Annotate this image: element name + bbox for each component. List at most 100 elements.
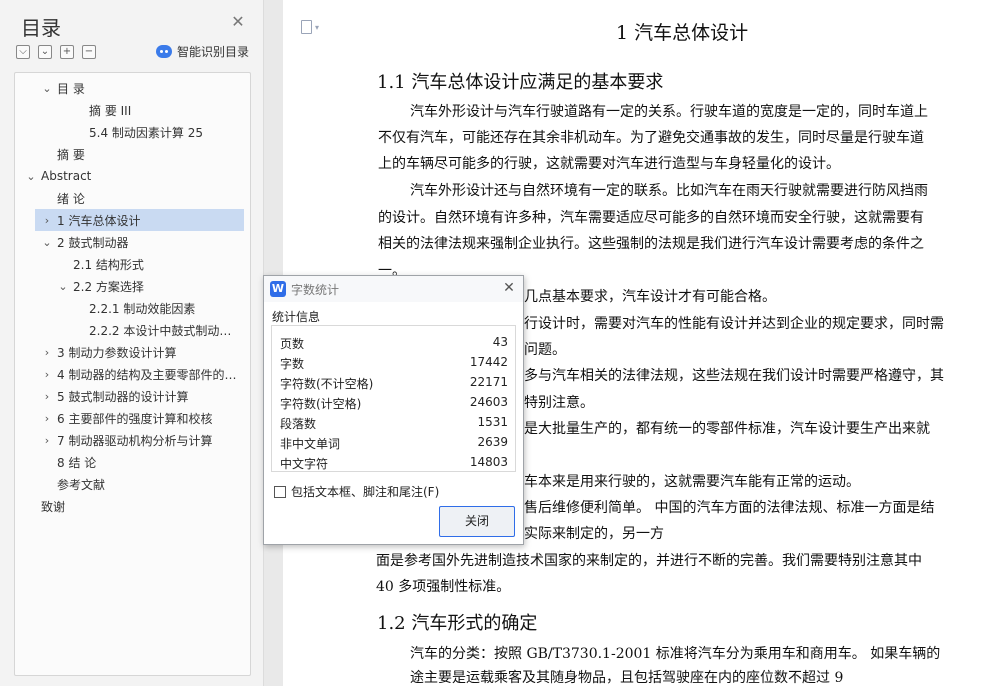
chevron-down-icon[interactable]: ⌄ — [41, 236, 53, 249]
body-line: 汽车的分类：按照 GB/T3730.1-2001 标准将汽车分为乘用车和商用车。… — [410, 646, 941, 662]
dialog-titlebar[interactable]: W 字数统计 ✕ — [264, 276, 523, 302]
body-line: 都是大批量生产的，都有统一的零部件标准，汽车设计要生产出来就 — [510, 421, 930, 437]
body-line: 面是参考国外先进制造技术国家的来制定的，并进行不断的完善。我们需要特别注意其中 — [376, 553, 922, 569]
body-line: 多与汽车相关的法律法规，这些法规在我们设计时需要严格遵守，其 — [524, 368, 944, 384]
body-line: 汽车外形设计与汽车行驶道路有一定的关系。行驶车道的宽度是一定的，同时车道上 — [410, 104, 928, 120]
chevron-down-icon[interactable]: ⌄ — [57, 280, 69, 293]
dialog-close-icon[interactable]: ✕ — [501, 280, 517, 296]
stat-row: 字符数(计空格) 24603 — [280, 392, 508, 412]
toc-item[interactable]: 2.1 结构形式 — [15, 253, 250, 275]
toc-item[interactable]: 参考文献 — [15, 473, 250, 495]
toc-item-label: 1 汽车总体设计 — [57, 213, 141, 228]
toc-item[interactable]: ⌄ 目 录 — [15, 77, 250, 99]
chapter-title: 1 汽车总体设计 — [616, 22, 749, 44]
stat-row: 字数 17442 — [280, 352, 508, 372]
stat-value: 2639 — [477, 435, 508, 449]
stat-row: 非中文单词 2639 — [280, 432, 508, 452]
body-line: 上的车辆尽可能多的行驶，这就需要对汽车进行造型与车身轻量化的设计。 — [378, 156, 840, 172]
stat-label: 字符数(计空格) — [280, 397, 362, 411]
nav-header: 目录 ✕ ⌵ ⌄ + − 智能识别目录 — [0, 0, 264, 72]
toc-item-label: 致谢 — [41, 499, 66, 514]
nav-close-icon[interactable]: ✕ — [230, 14, 246, 30]
toc-item[interactable]: ⌄ 2 鼓式制动器 — [15, 231, 250, 253]
toc-item[interactable]: ⌄ Abstract — [15, 165, 250, 187]
body-line: 实际来制定的，另一方 — [524, 526, 664, 542]
add-heading-icon[interactable]: + — [60, 45, 74, 59]
wps-logo-icon: W — [270, 281, 286, 297]
toc-item[interactable]: 致谢 — [15, 495, 250, 517]
close-button[interactable]: 关闭 — [439, 506, 515, 537]
page-options-icon[interactable]: ▾ — [301, 20, 319, 34]
body-line: 特别注意。 — [524, 395, 594, 411]
toc-item-label: 2.2 方案选择 — [73, 279, 144, 294]
toc-item[interactable]: 5.4 制动因素计算 25 — [15, 121, 250, 143]
body-line: 汽车外形设计还与自然环境有一定的联系。比如汽车在雨天行驶就需要进行防风挡雨 — [410, 183, 928, 199]
smart-toc-label: 智能识别目录 — [177, 45, 250, 59]
toc-item-label: 2.2.2 本设计中鼓式制动… — [89, 323, 232, 338]
section-heading-1-2: 1.2 汽车形式的确定 — [377, 613, 538, 634]
include-textbox-label: 包括文本框、脚注和尾注(F) — [291, 485, 440, 499]
body-line: 不仅有汽车，可能还存在其余非机动车。为了避免交通事故的发生，同时尽量是行驶车道 — [378, 130, 924, 146]
stat-label: 段落数 — [280, 417, 317, 431]
chevron-right-icon[interactable]: › — [41, 412, 53, 425]
stat-value: 14803 — [469, 455, 508, 469]
stat-value: 24603 — [469, 395, 508, 409]
toc-item-label: 绪 论 — [57, 191, 85, 206]
toc-item-label: 5 鼓式制动器的设计计算 — [57, 389, 189, 404]
toc-item[interactable]: › 4 制动器的结构及主要零部件的… — [15, 363, 250, 385]
body-line: 汽车本来是用来行驶的，这就需要汽车能有正常的运动。 — [510, 474, 860, 490]
body-line: 途主要是运载乘客及其随身物品，且包括驾驶座在内的座位数不超过 9 — [410, 670, 844, 686]
nav-title: 目录 — [21, 16, 61, 40]
toc-item[interactable]: 2.2.1 制动效能因素 — [15, 297, 250, 319]
toc-item[interactable]: 2.2.2 本设计中鼓式制动… — [15, 319, 250, 341]
include-textbox-checkbox[interactable]: 包括文本框、脚注和尾注(F) — [274, 483, 439, 500]
toc-item-label: 7 制动器驱动机构分析与计算 — [57, 433, 213, 448]
toc-item-label: 目 录 — [57, 81, 85, 96]
toc-item-label: 2.1 结构形式 — [73, 257, 144, 272]
toc-item[interactable]: 摘 要 III — [15, 99, 250, 121]
toc-item-label: 8 结 论 — [57, 455, 97, 470]
toc-item-label: 摘 要 III — [89, 103, 132, 118]
chevron-right-icon[interactable]: › — [41, 214, 53, 227]
stat-row: 段落数 1531 — [280, 412, 508, 432]
body-line: 相关的法律法规来强制企业执行。这些强制的法规是我们进行汽车设计需要考虑的条件之 — [378, 236, 924, 252]
expand-level-icon[interactable]: ⌄ — [38, 45, 52, 59]
checkbox-box[interactable] — [274, 485, 286, 498]
toc-item-label: 3 制动力参数设计计算 — [57, 345, 177, 360]
toc-item-label: 6 主要部件的强度计算和校核 — [57, 411, 213, 426]
stat-label: 中文字符 — [280, 457, 329, 471]
stat-row: 页数 43 — [280, 332, 508, 352]
word-count-dialog: W 字数统计 ✕ 统计信息 页数 43 字数 17442 字符数(不计空格) 22171 字… — [263, 275, 524, 545]
toc-item[interactable]: › 3 制动力参数设计计算 — [15, 341, 250, 363]
stat-row: 中文字符 14803 — [280, 452, 508, 472]
chevron-right-icon[interactable]: › — [41, 368, 53, 381]
toc-item[interactable]: ⌄ 2.2 方案选择 — [15, 275, 250, 297]
stat-label: 字符数(不计空格) — [280, 377, 374, 391]
body-line: 的设计。自然环境有许多种，汽车需要适应尽可能多的自然环境而安全行驶，这就需要有 — [378, 210, 924, 226]
collapse-all-icon[interactable]: ⌵ — [16, 45, 30, 59]
chevron-right-icon[interactable]: › — [41, 434, 53, 447]
dialog-title: 字数统计 — [291, 283, 340, 297]
stat-value: 43 — [492, 335, 508, 349]
toc-item-label: 参考文献 — [57, 477, 106, 492]
chevron-right-icon[interactable]: › — [41, 346, 53, 359]
toc-item[interactable]: 8 结 论 — [15, 451, 250, 473]
body-line: 行设计时，需要对汽车的性能有设计并达到企业的规定要求，同时需 — [524, 316, 944, 332]
stat-label: 非中文单词 — [280, 437, 341, 451]
toc-item[interactable]: › 5 鼓式制动器的设计计算 — [15, 385, 250, 407]
body-line: 问题。 — [524, 342, 566, 358]
remove-heading-icon[interactable]: − — [82, 45, 96, 59]
stat-value: 1531 — [477, 415, 508, 429]
toc-item[interactable]: 摘 要 — [15, 143, 250, 165]
toc-item[interactable]: › 1 汽车总体设计 — [35, 209, 244, 231]
toc-item[interactable]: 绪 论 — [15, 187, 250, 209]
chevron-right-icon[interactable]: › — [41, 390, 53, 403]
smart-toc-button[interactable]: 智能识别目录 — [156, 43, 249, 60]
toc-item[interactable]: › 6 主要部件的强度计算和校核 — [15, 407, 250, 429]
stat-row: 字符数(不计空格) 22171 — [280, 372, 508, 392]
stat-label: 字数 — [280, 357, 305, 371]
toc-item[interactable]: › 7 制动器驱动机构分析与计算 — [15, 429, 250, 451]
chevron-down-icon[interactable]: ⌄ — [41, 82, 53, 95]
section-heading-1-1: 1.1 汽车总体设计应满足的基本要求 — [377, 72, 664, 93]
chevron-down-icon[interactable]: ⌄ — [25, 170, 37, 183]
